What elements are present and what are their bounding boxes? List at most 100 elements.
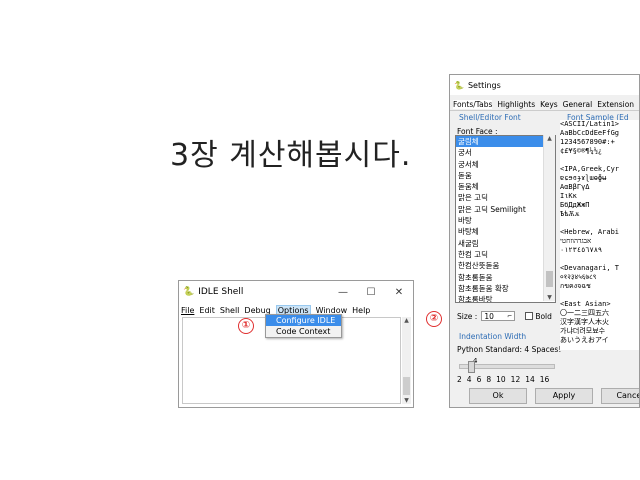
size-row: Size : 10 ⌐ Bold <box>457 311 552 321</box>
list-item[interactable]: 한컴 고딕 <box>456 249 555 260</box>
scroll-down-icon[interactable]: ▼ <box>402 397 411 404</box>
dropdown-icon: ⌐ <box>507 312 513 320</box>
sample-line: AaBbCcDdEeFfGg <box>560 129 620 137</box>
bold-checkbox[interactable] <box>525 312 534 320</box>
sample-line: ΑαΒβΓγΔ <box>560 183 590 191</box>
cancel-button[interactable]: Cancel <box>601 388 639 404</box>
sample-line: 汉字漢字人木火 <box>560 318 609 326</box>
menu-edit[interactable]: Edit <box>199 306 215 315</box>
sample-line: <Hebrew, Arabi <box>560 228 620 236</box>
marker-two: ② <box>426 311 442 327</box>
menu-item-configure-idle[interactable]: Configure IDLE <box>266 315 341 326</box>
sample-line <box>560 255 639 264</box>
sample-line: <Devanagari, T <box>560 264 620 272</box>
sample-line: あいうえおアイ <box>560 336 609 344</box>
apply-button[interactable]: Apply <box>535 388 593 404</box>
settings-titlebar: 🐍 Settings <box>450 75 639 95</box>
sample-line <box>560 156 639 165</box>
sample-line <box>560 219 639 228</box>
python-icon: 🐍 <box>454 80 464 90</box>
sample-line: ०१२३४५६७८९ <box>560 273 597 281</box>
size-value: 10 <box>484 311 494 321</box>
sample-line: ¢£¥§©®¶¼½¿ <box>560 147 603 155</box>
maximize-button[interactable]: ☐ <box>357 287 385 298</box>
sample-line: 〇一二三四五六 <box>560 309 609 317</box>
slider-handle[interactable] <box>468 361 475 373</box>
tick-label: 4 <box>466 375 472 384</box>
list-item[interactable]: 돋움체 <box>456 181 555 192</box>
tick-label: 8 <box>486 375 492 384</box>
list-item[interactable]: 궁서체 <box>456 159 555 170</box>
scroll-up-icon[interactable]: ▲ <box>402 317 411 324</box>
settings-window-title: Settings <box>467 80 501 90</box>
options-dropdown: Configure IDLE Code Context <box>265 314 342 338</box>
sample-line: ٠١٢٣٤٥٦٧٨٩ <box>560 246 603 254</box>
font-sample-text[interactable]: <ASCII/Latin1> AaBbCcDdEeFfGg 1234567890… <box>560 120 639 350</box>
scroll-thumb[interactable] <box>546 271 553 287</box>
settings-window: 🐍 Settings Fonts/Tabs Highlights Keys Ge… <box>449 74 640 408</box>
tab-highlights[interactable]: Highlights <box>497 100 535 109</box>
sample-line: <East Asian> <box>560 300 611 308</box>
size-label: Size : <box>457 311 478 321</box>
bold-label: Bold <box>535 311 552 321</box>
chevron-up-icon[interactable]: ▲ <box>544 135 555 142</box>
python-icon: 🐍 <box>183 287 195 297</box>
tick-label: 12 <box>510 375 521 384</box>
list-item[interactable]: 궁서 <box>456 147 555 158</box>
chevron-down-icon[interactable]: ▼ <box>544 294 555 301</box>
list-item[interactable]: 한컴산뜻돋움 <box>456 260 555 271</box>
list-item[interactable]: 맑은 고딕 Semilight <box>456 204 555 215</box>
tick-label: 10 <box>496 375 506 384</box>
list-item[interactable]: 돋움 <box>456 170 555 181</box>
python-standard-label: Python Standard: 4 Spaces! <box>457 345 562 354</box>
tab-keys[interactable]: Keys <box>540 100 558 109</box>
sample-line: 1234567890#:+ <box>560 138 615 146</box>
close-button[interactable]: ✕ <box>385 287 413 298</box>
sample-line: ѢѣѪѫ <box>560 210 580 218</box>
minimize-button[interactable]: — <box>329 287 357 298</box>
idle-titlebar: 🐍 IDLE Shell — ☐ ✕ <box>179 281 413 303</box>
list-item[interactable]: 함초롬바탕 <box>456 294 555 302</box>
marker-one: ① <box>238 318 254 334</box>
menu-item-code-context[interactable]: Code Context <box>266 326 341 337</box>
sample-line: 가냐더려모뵤수 <box>560 327 606 335</box>
sample-line: <ASCII/Latin1> <box>560 120 620 128</box>
sample-line: <IPA,Greek,Cyr <box>560 165 620 173</box>
scroll-thumb[interactable] <box>403 377 410 395</box>
ok-button[interactable]: Ok <box>469 388 527 404</box>
list-item[interactable]: 굴림체 <box>456 136 555 148</box>
indentation-width-label: Indentation Width <box>459 332 527 341</box>
tick-label: 2 <box>457 375 462 384</box>
tab-general[interactable]: General <box>563 100 593 109</box>
size-select[interactable]: 10 ⌐ <box>481 311 516 321</box>
menu-file[interactable]: File <box>181 306 194 315</box>
menu-help[interactable]: Help <box>352 306 370 315</box>
font-list-scrollbar[interactable]: ▲ ▼ <box>543 135 555 301</box>
slider-ticks: 2 4 6 8 10 12 14 16 <box>457 375 549 384</box>
tick-label: 16 <box>539 375 550 384</box>
tick-label: 14 <box>525 375 535 384</box>
vertical-scrollbar[interactable]: ▲ ▼ <box>402 317 411 404</box>
sample-line: אבגדהוזחטי <box>560 237 592 245</box>
list-item[interactable]: 맑은 고딕 <box>456 192 555 203</box>
settings-tabs: Fonts/Tabs Highlights Keys General Exten… <box>450 95 639 111</box>
list-item[interactable]: 함초롬돋움 <box>456 272 555 283</box>
list-item[interactable]: 바탕체 <box>456 226 555 237</box>
sample-line <box>560 291 639 300</box>
sample-line: ΙιΚκ <box>560 192 577 200</box>
list-item[interactable]: 새굴림 <box>456 238 555 249</box>
idle-shell-window: 🐍 IDLE Shell — ☐ ✕ File Edit Shell Debug… <box>178 280 414 408</box>
idle-window-title: IDLE Shell <box>198 287 244 297</box>
dialog-buttons: Ok Apply Cancel <box>450 388 639 404</box>
font-face-list[interactable]: 굴림체 궁서 궁서체 돋움 돋움체 맑은 고딕 맑은 고딕 Semilight … <box>455 135 556 303</box>
indent-slider[interactable] <box>459 361 555 373</box>
tab-extensions[interactable]: Extension <box>597 100 634 109</box>
slide-title: 3장 계산해봅시다. <box>170 138 412 173</box>
list-item[interactable]: 함초롬돋움 확장 <box>456 283 555 294</box>
sample-line: กขคงจฉช <box>560 282 591 290</box>
shell-editor-font-label: Shell/Editor Font <box>459 113 521 122</box>
menu-shell[interactable]: Shell <box>220 306 240 315</box>
list-item[interactable]: 바탕 <box>456 215 555 226</box>
tab-fonts-tabs[interactable]: Fonts/Tabs <box>453 99 493 109</box>
sample-line: ɐɕɘɞɟɤɭɯɵɸʉ <box>560 174 607 182</box>
